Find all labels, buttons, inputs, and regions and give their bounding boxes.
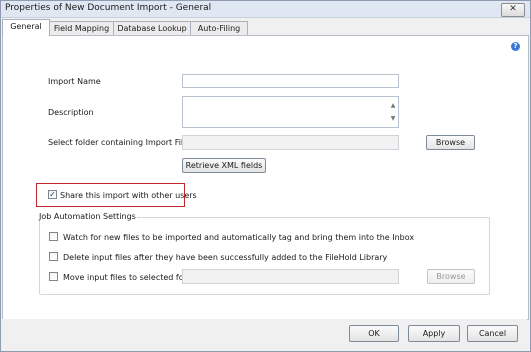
watch-new-files-checkbox[interactable] xyxy=(49,232,58,241)
import-folder-field xyxy=(182,135,399,150)
scroll-down-icon[interactable]: ▼ xyxy=(389,112,397,125)
move-input-files-label: Move input files to selected folder: xyxy=(63,273,202,282)
dialog-footer: OK Apply Cancel xyxy=(2,319,527,349)
move-folder-field xyxy=(182,269,399,284)
job-automation-title: Job Automation Settings xyxy=(38,212,137,221)
tab-general[interactable]: General xyxy=(2,19,50,36)
share-import-label: Share this import with other users xyxy=(60,191,197,200)
import-name-label: Import Name xyxy=(48,77,101,86)
description-scrollbar[interactable]: ▲ ▼ xyxy=(389,99,397,125)
properties-dialog: Properties of New Document Import - Gene… xyxy=(0,0,531,352)
general-panel: ? Import Name Description ▲ ▼ Select fol… xyxy=(2,35,529,320)
description-label: Description xyxy=(48,108,94,117)
apply-button[interactable]: Apply xyxy=(408,325,460,342)
import-name-input[interactable] xyxy=(182,74,399,88)
close-button[interactable]: ✕ xyxy=(501,3,525,17)
help-icon[interactable]: ? xyxy=(511,42,520,51)
description-textarea[interactable]: ▲ ▼ xyxy=(182,96,399,128)
folder-label: Select folder containing Import File xyxy=(48,138,189,147)
tab-auto-filing[interactable]: Auto-Filing xyxy=(190,21,248,35)
retrieve-xml-fields-button[interactable]: Retrieve XML fields xyxy=(182,158,266,173)
tab-database-lookup[interactable]: Database Lookup xyxy=(113,21,191,35)
delete-input-files-label: Delete input files after they have been … xyxy=(63,253,388,262)
dialog-title: Properties of New Document Import - Gene… xyxy=(5,3,212,13)
ok-button[interactable]: OK xyxy=(349,325,399,342)
scroll-up-icon[interactable]: ▲ xyxy=(389,99,397,112)
move-input-files-checkbox[interactable] xyxy=(49,272,58,281)
delete-input-files-checkbox[interactable] xyxy=(49,252,58,261)
title-bar: Properties of New Document Import - Gene… xyxy=(1,1,530,18)
watch-new-files-label: Watch for new files to be imported and a… xyxy=(63,233,415,242)
tab-field-mapping[interactable]: Field Mapping xyxy=(49,21,114,35)
share-import-checkbox[interactable]: ✓ xyxy=(48,190,57,199)
browse-folder-button[interactable]: Browse xyxy=(426,135,475,150)
move-browse-button: Browse xyxy=(427,269,475,284)
cancel-button[interactable]: Cancel xyxy=(467,325,518,342)
